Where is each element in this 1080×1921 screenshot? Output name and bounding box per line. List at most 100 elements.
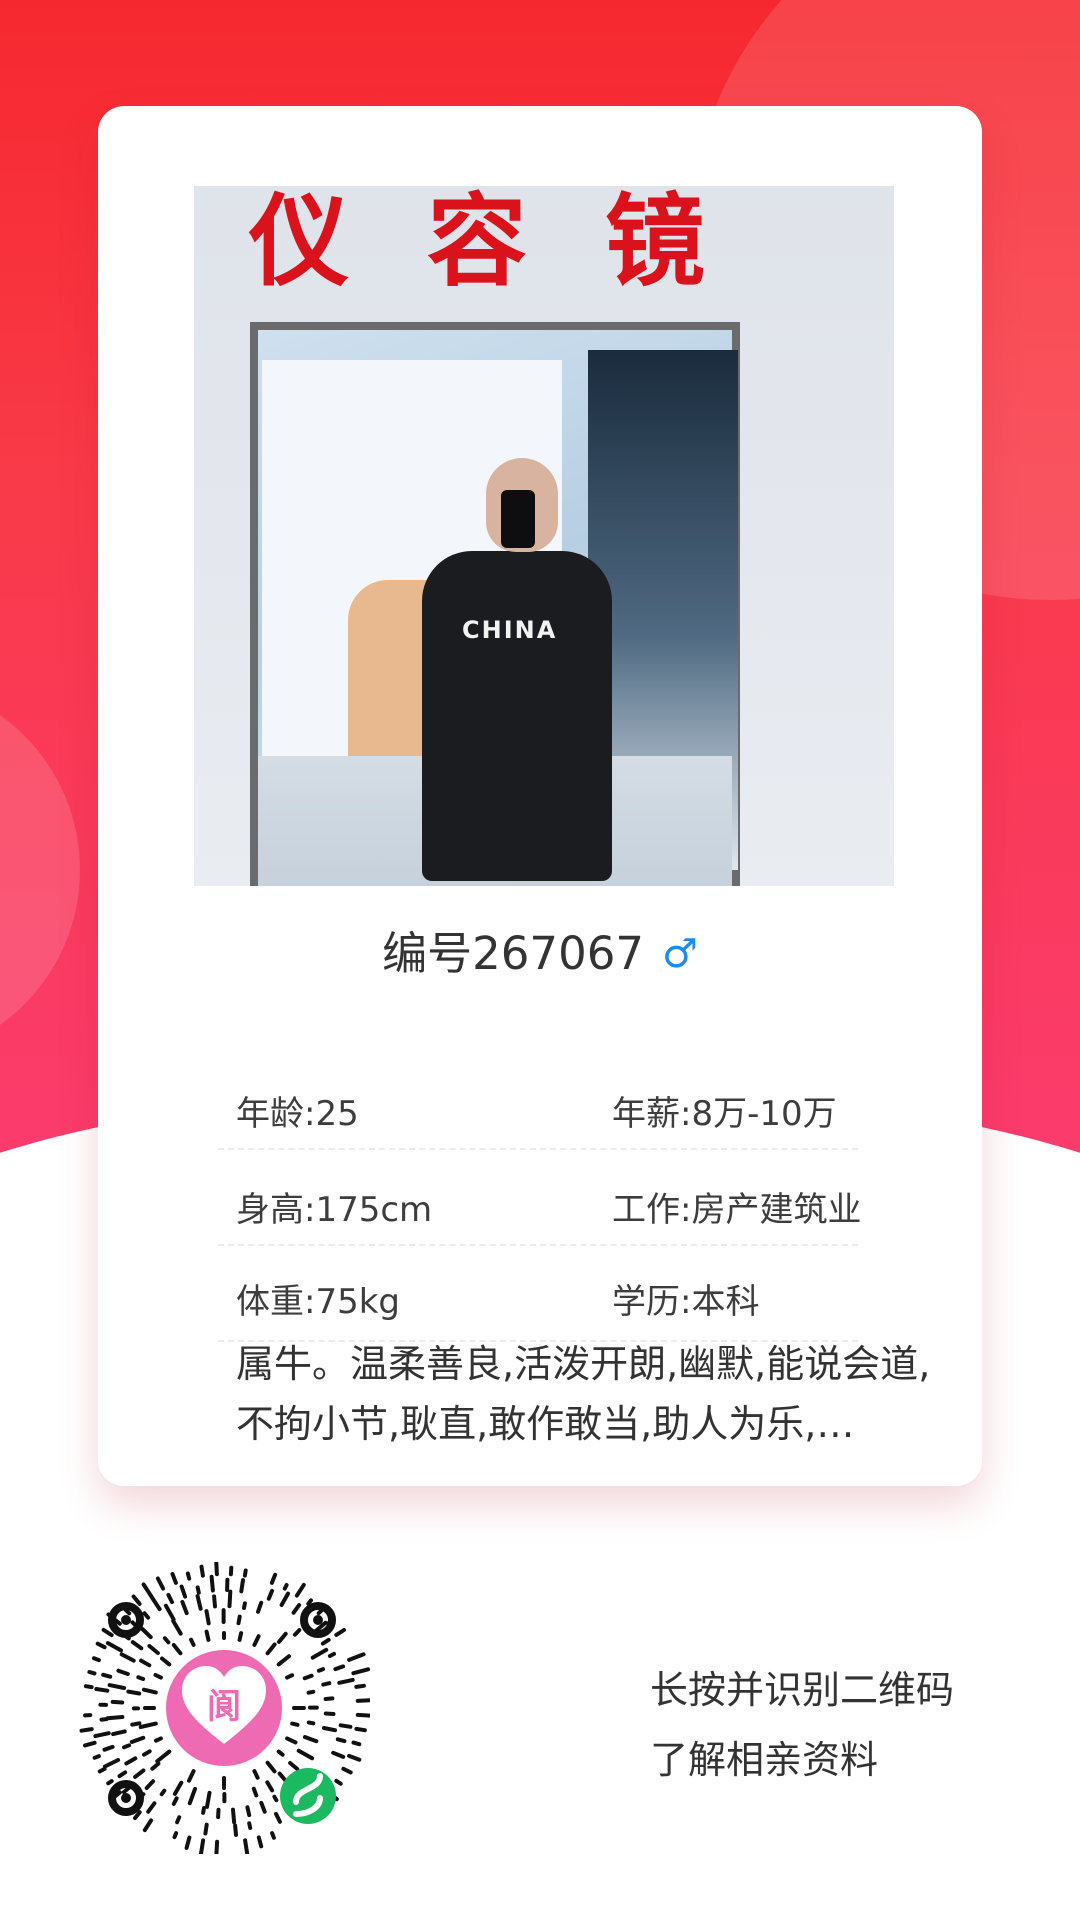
qr-ray: [171, 1619, 183, 1636]
info-height: 身高:175cm: [236, 1190, 433, 1230]
photo-phone: [501, 490, 535, 548]
qr-ray: [236, 1614, 242, 1626]
qr-ray: [140, 1627, 153, 1640]
qr-ray: [306, 1689, 316, 1695]
qr-ray: [138, 1721, 158, 1729]
qr-ray: [105, 1641, 123, 1653]
qr-ray: [92, 1754, 101, 1760]
qr-ray: [95, 1641, 107, 1650]
qr-ray: [290, 1721, 300, 1727]
qr-ray: [179, 1584, 188, 1599]
qr-ray: [136, 1675, 146, 1681]
qr-ray: [355, 1698, 375, 1703]
qr-ray: [276, 1749, 285, 1757]
qr-ray: [195, 1585, 201, 1595]
qr-ray: [204, 1609, 211, 1626]
qr-ray: [99, 1717, 109, 1722]
qr-ray: [139, 1658, 152, 1668]
qr-ray: [316, 1667, 326, 1673]
photo-shirt-text: CHINA: [462, 616, 558, 644]
qr-ray: [184, 1835, 192, 1850]
qr-ray: [276, 1654, 291, 1667]
qr-ray: [170, 1572, 178, 1585]
qr-ray: [129, 1735, 146, 1744]
qr-ray: [142, 1611, 151, 1620]
qr-ray: [212, 1594, 217, 1609]
qr-ray: [110, 1699, 125, 1705]
qr-ray: [79, 1727, 94, 1733]
decorative-circle: [0, 680, 80, 1060]
qr-ray: [101, 1627, 114, 1638]
qr-ray: [331, 1750, 346, 1759]
qr-ray: [322, 1726, 337, 1733]
qr-ray: [142, 1818, 154, 1833]
qr-ray: [306, 1598, 313, 1606]
qr-ray: [141, 1582, 153, 1598]
qr-ray: [245, 1805, 252, 1818]
qr-ray: [354, 1683, 366, 1689]
qr-ray: [155, 1576, 166, 1591]
qr-ray: [209, 1574, 215, 1593]
qr-center-char: 阆: [207, 1687, 241, 1727]
qr-ray: [163, 1603, 176, 1622]
qr-ray: [171, 1643, 183, 1656]
qr-ray: [214, 1839, 220, 1858]
qr-ray: [93, 1731, 111, 1739]
qr-ray: [337, 1677, 355, 1685]
qr-ray: [106, 1779, 114, 1786]
qr-ray: [166, 1592, 174, 1605]
qr-ray: [272, 1794, 279, 1803]
qr-ray: [327, 1651, 336, 1658]
qr-ray: [302, 1735, 319, 1744]
male-gender-icon: ♂: [661, 931, 698, 977]
qr-ray: [269, 1572, 278, 1585]
qr-ray: [205, 1790, 212, 1809]
qr-ray: [291, 1603, 302, 1615]
qr-ray: [204, 1629, 211, 1642]
qr-ray: [282, 1583, 289, 1591]
qr-ray: [296, 1748, 315, 1761]
qr-ray: [270, 1831, 276, 1840]
qr-ray: [341, 1766, 353, 1775]
qr-ray: [252, 1634, 261, 1647]
qr-ray: [189, 1637, 196, 1647]
info-job: 工作:房产建筑业: [612, 1190, 862, 1230]
photo-sign-text: 仪容镜: [249, 186, 783, 300]
qr-ray: [160, 1656, 172, 1667]
profile-card: 仪容镜 CHINA 编号267067 ♂ 年龄:25 年薪:8万-10万 身高:1…: [98, 106, 982, 1486]
info-salary: 年薪:8万-10万: [612, 1094, 837, 1134]
qr-ray: [279, 1591, 290, 1607]
qr-ray: [265, 1760, 277, 1774]
qr-ray: [231, 1807, 237, 1825]
qr-ray: [354, 1726, 367, 1733]
photo-person: [422, 551, 612, 881]
qr-ray: [256, 1600, 264, 1614]
qr-ray: [251, 1786, 259, 1798]
qr-instruction-line2: 了解相亲资料: [650, 1738, 879, 1782]
qr-ray: [195, 1594, 203, 1611]
qr-ray: [288, 1761, 300, 1771]
qr-ray: [242, 1601, 247, 1610]
qr-ray: [105, 1715, 125, 1721]
qr-ray: [130, 1640, 144, 1651]
qr-ray: [155, 1749, 172, 1764]
qr-ray: [274, 1811, 282, 1824]
qr-ray: [335, 1737, 347, 1744]
qr-ray: [144, 1779, 156, 1790]
qr-ray: [277, 1631, 288, 1644]
qr-ray: [347, 1753, 362, 1762]
qr-code[interactable]: 阆: [78, 1558, 375, 1858]
qr-ray: [292, 1628, 302, 1637]
qr-ray: [175, 1815, 182, 1825]
qr-ray: [149, 1594, 162, 1612]
qr-ray: [351, 1667, 371, 1676]
qr-ray: [252, 1769, 260, 1780]
profile-photo[interactable]: 仪容镜 CHINA: [194, 186, 894, 886]
qr-ray: [142, 1749, 152, 1757]
qr-ray: [146, 1801, 157, 1814]
qr-ray: [310, 1647, 329, 1660]
qr-instruction-line1: 长按并识别二维码: [650, 1668, 955, 1712]
info-education: 学历:本科: [612, 1282, 760, 1322]
qr-ray: [119, 1652, 136, 1663]
qr-ray: [126, 1689, 142, 1696]
